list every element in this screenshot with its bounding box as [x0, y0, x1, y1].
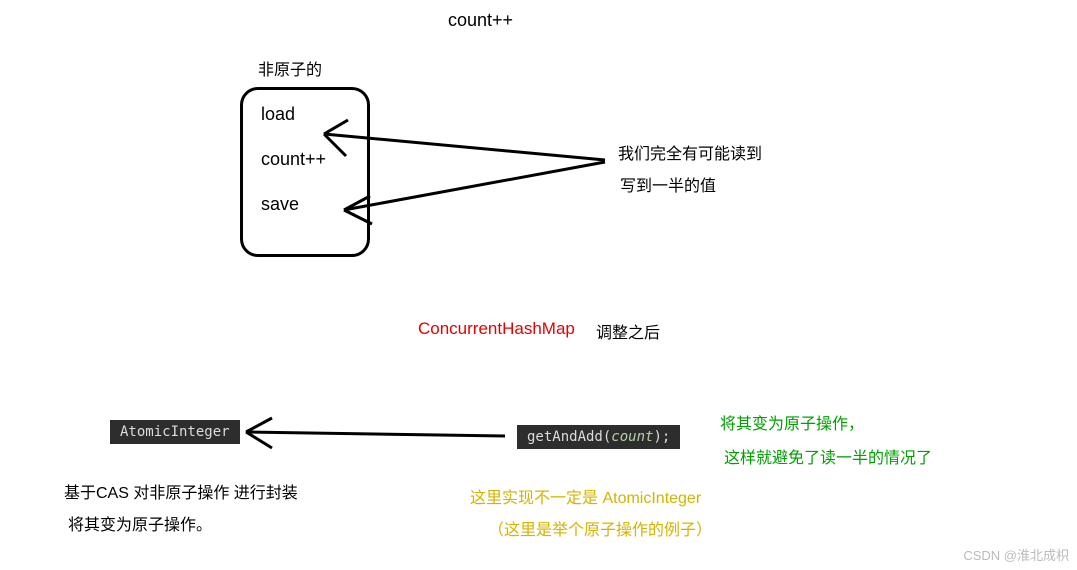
gold-line1: 这里实现不一定是 AtomicInteger: [470, 484, 701, 508]
explain-line1: 基于CAS 对非原子操作 进行封装: [64, 479, 298, 503]
top-title: count++: [448, 10, 513, 31]
green-line1: 将其变为原子操作，: [720, 410, 864, 434]
ops-box-line1: load: [261, 104, 349, 125]
top-note-line1: 我们完全有可能读到: [618, 140, 762, 164]
after-label: 调整之后: [596, 319, 660, 343]
concurrenthashmap-label: ConcurrentHashMap: [418, 319, 575, 339]
arrow-to-countpp: [344, 162, 605, 224]
arrow-get-to-atomic: [246, 418, 505, 448]
green-line2: 这样就避免了读一半的情况了: [724, 444, 932, 468]
ops-box: load count++ save: [240, 87, 370, 257]
top-note-line2: 写到一半的值: [620, 172, 716, 196]
code-close: );: [653, 429, 670, 445]
ops-box-line2: count++: [261, 149, 349, 170]
gold-line2: （这里是举个原子操作的例子）: [488, 516, 712, 540]
explain-line2: 将其变为原子操作。: [68, 511, 212, 535]
atomicinteger-badge: AtomicInteger: [110, 420, 240, 444]
code-arg: count: [611, 429, 653, 445]
nonatomic-label: 非原子的: [258, 56, 322, 80]
getandadd-code: getAndAdd(count);: [517, 425, 680, 449]
ops-box-line3: save: [261, 194, 349, 215]
watermark: CSDN @淮北成枳: [963, 545, 1069, 564]
code-method: getAndAdd: [527, 429, 603, 445]
